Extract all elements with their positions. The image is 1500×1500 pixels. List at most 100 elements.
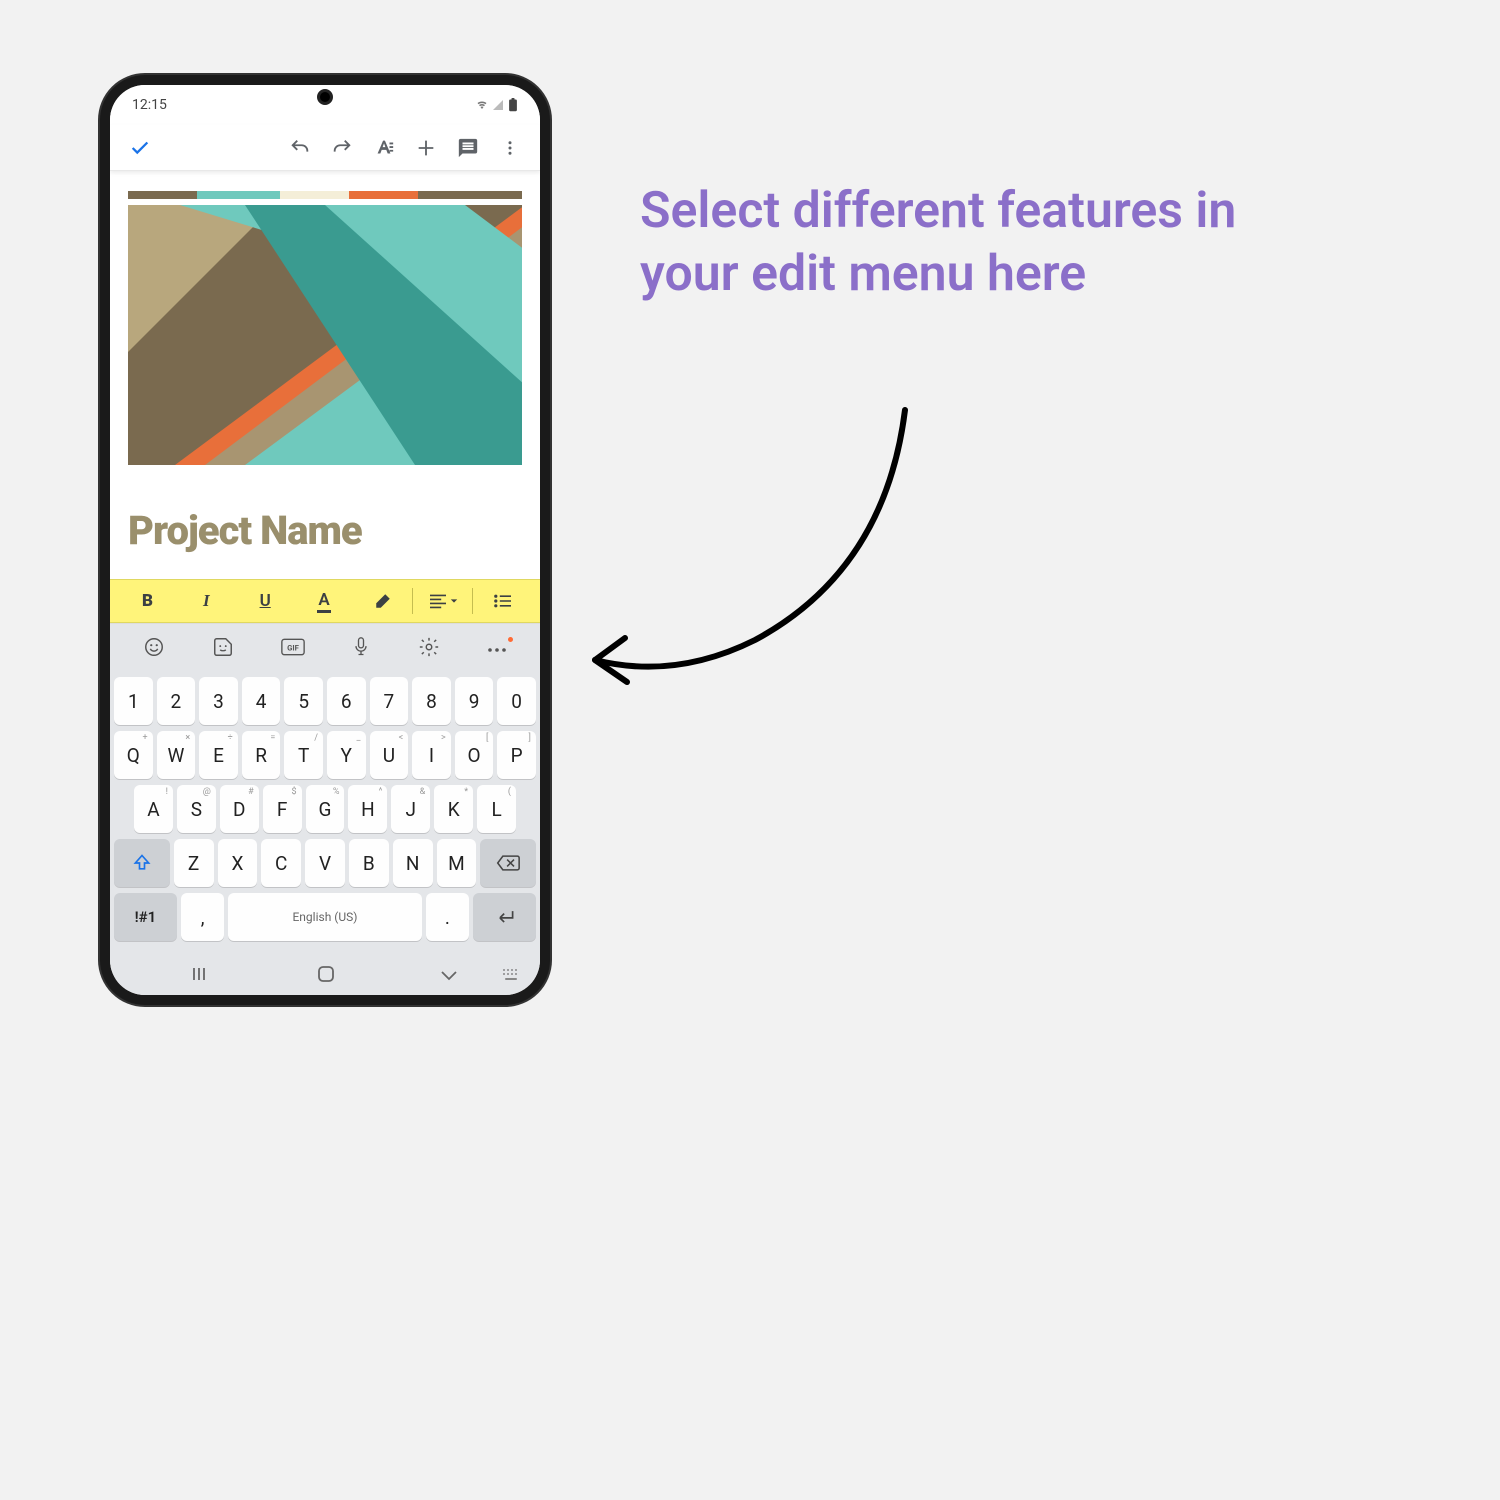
- sticker-button[interactable]: [212, 636, 234, 662]
- key-o[interactable]: O[: [455, 731, 494, 779]
- key-hint: (: [508, 787, 511, 797]
- key-5[interactable]: 5: [284, 677, 323, 725]
- key-g[interactable]: G%: [306, 785, 345, 833]
- recents-icon: [192, 966, 212, 982]
- key-w[interactable]: W×: [157, 731, 196, 779]
- key-c[interactable]: C: [261, 839, 301, 887]
- symbols-key[interactable]: !#1: [114, 893, 177, 941]
- more-vert-icon: [501, 139, 519, 157]
- overflow-button[interactable]: [490, 128, 530, 168]
- list-button[interactable]: [473, 580, 532, 622]
- key-y[interactable]: Y_: [327, 731, 366, 779]
- comment-button[interactable]: [448, 128, 488, 168]
- key-a[interactable]: A!: [134, 785, 173, 833]
- key-p[interactable]: P]: [497, 731, 536, 779]
- key-hint: %: [333, 787, 340, 797]
- enter-key[interactable]: [473, 893, 536, 941]
- doc-hero-image: [128, 205, 522, 465]
- key-8[interactable]: 8: [412, 677, 451, 725]
- comma-key[interactable]: ,: [181, 893, 225, 941]
- period-key[interactable]: .: [426, 893, 470, 941]
- bold-button[interactable]: B: [118, 580, 177, 622]
- key-hint: +: [142, 733, 147, 743]
- key-7[interactable]: 7: [370, 677, 409, 725]
- key-hint: ]: [529, 733, 531, 743]
- key-r[interactable]: R=: [242, 731, 281, 779]
- status-indicators: [476, 98, 518, 112]
- text-color-label: A: [317, 590, 330, 613]
- key-e[interactable]: E÷: [199, 731, 238, 779]
- camera-cutout: [317, 89, 333, 105]
- key-hint: /: [314, 733, 318, 743]
- check-icon: [129, 137, 151, 159]
- key-b[interactable]: B: [349, 839, 389, 887]
- key-z[interactable]: Z: [174, 839, 214, 887]
- document-canvas[interactable]: Project Name: [110, 171, 540, 579]
- home-button[interactable]: [316, 964, 336, 988]
- done-button[interactable]: [120, 128, 160, 168]
- settings-button[interactable]: [418, 636, 440, 662]
- key-hint: _: [357, 733, 361, 743]
- key-v[interactable]: V: [305, 839, 345, 887]
- emoji-button[interactable]: [143, 636, 165, 662]
- callout-text: Select different features in your edit m…: [640, 180, 1260, 305]
- key-h[interactable]: H^: [348, 785, 387, 833]
- key-t[interactable]: T/: [284, 731, 323, 779]
- keyboard-switch-button[interactable]: [502, 967, 520, 986]
- comment-icon: [457, 137, 479, 159]
- key-x[interactable]: X: [218, 839, 258, 887]
- key-j[interactable]: J&: [391, 785, 430, 833]
- gif-icon: GIF: [281, 638, 305, 656]
- text-color-button[interactable]: A: [295, 580, 354, 622]
- undo-button[interactable]: [280, 128, 320, 168]
- undo-icon: [289, 137, 311, 159]
- doc-title[interactable]: Project Name: [128, 507, 522, 554]
- key-2[interactable]: 2: [157, 677, 196, 725]
- key-4[interactable]: 4: [242, 677, 281, 725]
- expand-button[interactable]: [487, 639, 507, 658]
- highlighter-icon: [374, 592, 392, 610]
- spacebar[interactable]: English (US): [228, 893, 421, 941]
- notification-dot: [508, 637, 513, 642]
- key-hint: *: [464, 787, 468, 797]
- enter-icon: [494, 908, 516, 926]
- text-format-button[interactable]: [364, 128, 404, 168]
- key-6[interactable]: 6: [327, 677, 366, 725]
- voice-button[interactable]: [351, 636, 371, 662]
- key-m[interactable]: M: [437, 839, 477, 887]
- highlight-button[interactable]: [353, 580, 412, 622]
- key-hint: $: [292, 787, 297, 797]
- align-button[interactable]: [413, 580, 472, 622]
- key-k[interactable]: K*: [434, 785, 473, 833]
- key-hint: @: [203, 787, 211, 797]
- key-n[interactable]: N: [393, 839, 433, 887]
- key-u[interactable]: U<: [370, 731, 409, 779]
- key-d[interactable]: D#: [220, 785, 259, 833]
- shift-key[interactable]: [114, 839, 170, 887]
- key-3[interactable]: 3: [199, 677, 238, 725]
- italic-button[interactable]: I: [177, 580, 236, 622]
- more-horiz-icon: [487, 646, 507, 654]
- key-9[interactable]: 9: [455, 677, 494, 725]
- key-hint: !: [166, 787, 168, 797]
- back-button[interactable]: [440, 967, 458, 986]
- insert-button[interactable]: [406, 128, 446, 168]
- recents-button[interactable]: [192, 966, 212, 986]
- gif-button[interactable]: GIF: [281, 638, 305, 660]
- key-0[interactable]: 0: [497, 677, 536, 725]
- key-f[interactable]: F$: [263, 785, 302, 833]
- key-1[interactable]: 1: [114, 677, 153, 725]
- key-hint: ×: [185, 733, 190, 743]
- android-nav-bar: [110, 955, 540, 995]
- key-i[interactable]: I>: [412, 731, 451, 779]
- redo-button[interactable]: [322, 128, 362, 168]
- key-s[interactable]: S@: [177, 785, 216, 833]
- backspace-key[interactable]: [480, 839, 536, 887]
- plus-icon: [415, 137, 437, 159]
- sticker-icon: [212, 636, 234, 658]
- underline-button[interactable]: U: [236, 580, 295, 622]
- key-q[interactable]: Q+: [114, 731, 153, 779]
- align-left-icon: [428, 593, 448, 609]
- format-toolbar-highlighted: B I U A: [110, 579, 540, 623]
- key-l[interactable]: L(: [477, 785, 516, 833]
